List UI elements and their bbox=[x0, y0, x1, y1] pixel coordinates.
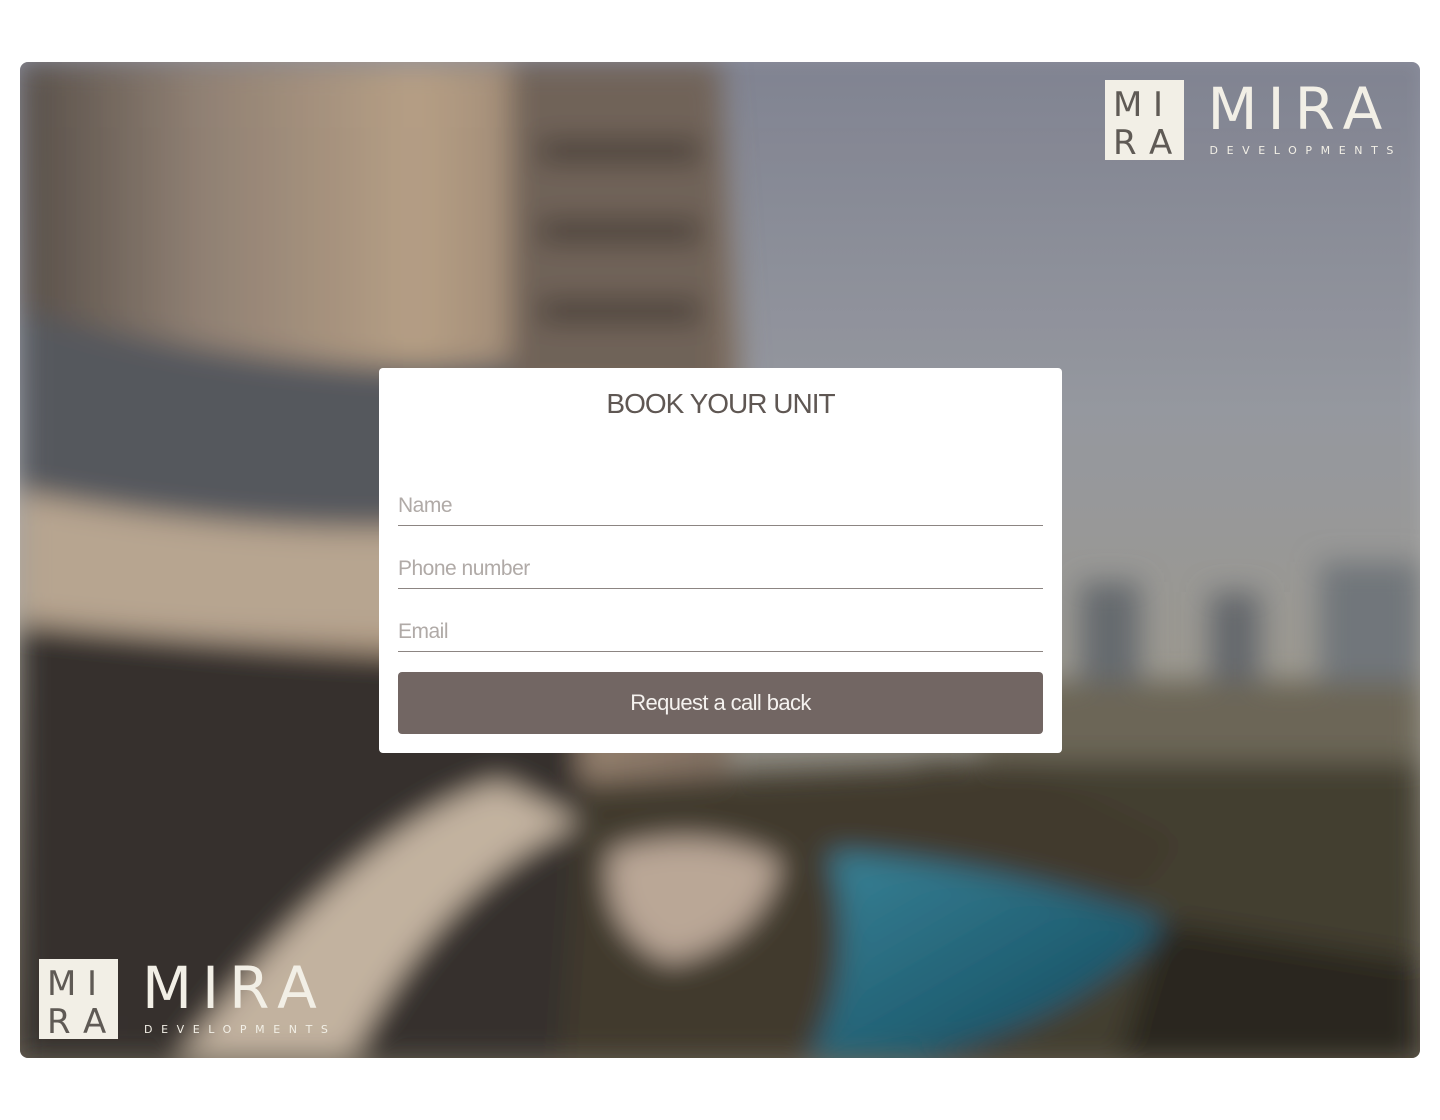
svg-text:M: M bbox=[1113, 85, 1142, 125]
mira-monogram-icon: M I R A bbox=[39, 959, 118, 1039]
brand-wordmark: MIRA DEVELOPMENTS bbox=[1208, 80, 1403, 157]
svg-text:A: A bbox=[1149, 123, 1172, 160]
email-input[interactable] bbox=[398, 589, 1043, 652]
svg-text:R: R bbox=[47, 1002, 71, 1039]
request-callback-button[interactable]: Request a call back bbox=[398, 672, 1043, 734]
svg-text:I: I bbox=[1153, 85, 1163, 125]
name-input[interactable] bbox=[398, 463, 1043, 526]
svg-text:M: M bbox=[47, 964, 76, 1004]
phone-input[interactable] bbox=[398, 526, 1043, 589]
brand-subtitle: DEVELOPMENTS bbox=[1209, 143, 1402, 157]
brand-subtitle: DEVELOPMENTS bbox=[144, 1022, 337, 1036]
svg-text:I: I bbox=[87, 964, 97, 1004]
form-title: BOOK YOUR UNIT bbox=[606, 388, 835, 419]
mira-monogram-icon: M I R A bbox=[1104, 80, 1184, 160]
booking-form: BOOK YOUR UNIT Request a call back bbox=[379, 368, 1062, 753]
brand-logo-bottom[interactable]: M I R A MIRA DEVELOPMENTS bbox=[39, 959, 337, 1039]
svg-text:A: A bbox=[83, 1002, 106, 1039]
svg-text:R: R bbox=[1113, 123, 1137, 160]
brand-logo-top[interactable]: M I R A MIRA DEVELOPMENTS bbox=[1104, 80, 1403, 160]
brand-name: MIRA bbox=[1207, 74, 1393, 143]
brand-wordmark: MIRA DEVELOPMENTS bbox=[142, 959, 337, 1036]
brand-name: MIRA bbox=[142, 953, 327, 1022]
